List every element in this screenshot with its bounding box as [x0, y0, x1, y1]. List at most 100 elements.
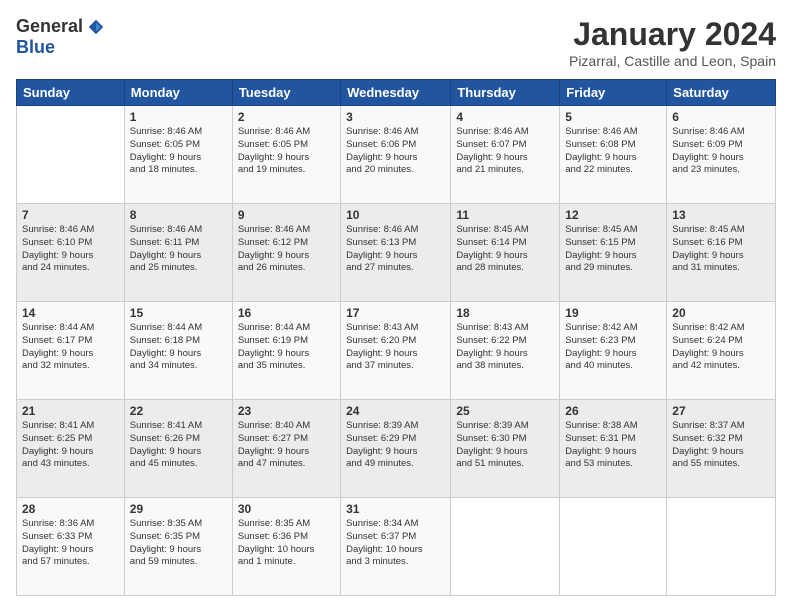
day-info: Sunrise: 8:46 AM Sunset: 6:10 PM Dayligh…	[22, 224, 119, 275]
day-info: Sunrise: 8:44 AM Sunset: 6:19 PM Dayligh…	[238, 322, 335, 373]
day-number: 14	[22, 306, 119, 320]
day-number: 11	[456, 208, 554, 222]
day-number: 24	[346, 404, 445, 418]
table-row: 10 Sunrise: 8:46 AM Sunset: 6:13 PM Dayli…	[341, 204, 451, 302]
table-row: 8 Sunrise: 8:46 AM Sunset: 6:11 PM Daylig…	[124, 204, 232, 302]
table-row: 27Sunrise: 8:37 AM Sunset: 6:32 PM Dayli…	[667, 400, 776, 498]
logo-icon	[87, 18, 105, 36]
day-number: 30	[238, 502, 335, 516]
day-number: 26	[565, 404, 661, 418]
calendar-table: Sunday Monday Tuesday Wednesday Thursday…	[16, 79, 776, 596]
logo-blue: Blue	[16, 37, 55, 58]
logo: General Blue	[16, 16, 105, 58]
table-row: 19 Sunrise: 8:42 AM Sunset: 6:23 PM Dayli…	[560, 302, 667, 400]
table-row: 24Sunrise: 8:39 AM Sunset: 6:29 PM Dayli…	[341, 400, 451, 498]
col-friday: Friday	[560, 80, 667, 106]
logo-general: General	[16, 16, 83, 37]
day-info: Sunrise: 8:42 AM Sunset: 6:24 PM Dayligh…	[672, 322, 770, 373]
title-block: January 2024 Pizarral, Castille and Leon…	[569, 16, 776, 69]
day-number: 21	[22, 404, 119, 418]
location-subtitle: Pizarral, Castille and Leon, Spain	[569, 53, 776, 69]
month-title: January 2024	[569, 16, 776, 53]
day-info: Sunrise: 8:41 AM Sunset: 6:26 PM Dayligh…	[130, 420, 227, 471]
day-number: 13	[672, 208, 770, 222]
table-row	[451, 498, 560, 596]
day-info: Sunrise: 8:46 AM Sunset: 6:05 PM Dayligh…	[130, 126, 227, 177]
table-row: 1 Sunrise: 8:46 AM Sunset: 6:05 PM Daylig…	[124, 106, 232, 204]
table-row: 17 Sunrise: 8:43 AM Sunset: 6:20 PM Dayli…	[341, 302, 451, 400]
day-number: 10	[346, 208, 445, 222]
day-number: 22	[130, 404, 227, 418]
day-info: Sunrise: 8:46 AM Sunset: 6:09 PM Dayligh…	[672, 126, 770, 177]
calendar-week-3: 14 Sunrise: 8:44 AM Sunset: 6:17 PM Dayli…	[17, 302, 776, 400]
day-number: 6	[672, 110, 770, 124]
day-info: Sunrise: 8:46 AM Sunset: 6:11 PM Dayligh…	[130, 224, 227, 275]
day-number: 3	[346, 110, 445, 124]
day-number: 12	[565, 208, 661, 222]
table-row: 25 Sunrise: 8:39 AM Sunset: 6:30 PM Dayli…	[451, 400, 560, 498]
day-info: Sunrise: 8:46 AM Sunset: 6:05 PM Dayligh…	[238, 126, 335, 177]
day-info: Sunrise: 8:45 AM Sunset: 6:16 PM Dayligh…	[672, 224, 770, 275]
table-row: 14 Sunrise: 8:44 AM Sunset: 6:17 PM Dayli…	[17, 302, 125, 400]
day-info: Sunrise: 8:43 AM Sunset: 6:22 PM Dayligh…	[456, 322, 554, 373]
col-thursday: Thursday	[451, 80, 560, 106]
table-row: 9 Sunrise: 8:46 AM Sunset: 6:12 PM Daylig…	[232, 204, 340, 302]
day-info: Sunrise: 8:42 AM Sunset: 6:23 PM Dayligh…	[565, 322, 661, 373]
table-row: 5 Sunrise: 8:46 AM Sunset: 6:08 PM Daylig…	[560, 106, 667, 204]
calendar-week-4: 21Sunrise: 8:41 AM Sunset: 6:25 PM Dayli…	[17, 400, 776, 498]
day-number: 1	[130, 110, 227, 124]
col-monday: Monday	[124, 80, 232, 106]
day-info: Sunrise: 8:46 AM Sunset: 6:06 PM Dayligh…	[346, 126, 445, 177]
day-info: Sunrise: 8:46 AM Sunset: 6:07 PM Dayligh…	[456, 126, 554, 177]
table-row	[560, 498, 667, 596]
day-info: Sunrise: 8:43 AM Sunset: 6:20 PM Dayligh…	[346, 322, 445, 373]
day-info: Sunrise: 8:34 AM Sunset: 6:37 PM Dayligh…	[346, 518, 445, 569]
table-row: 16Sunrise: 8:44 AM Sunset: 6:19 PM Dayli…	[232, 302, 340, 400]
day-info: Sunrise: 8:44 AM Sunset: 6:17 PM Dayligh…	[22, 322, 119, 373]
table-row	[17, 106, 125, 204]
day-number: 9	[238, 208, 335, 222]
day-number: 19	[565, 306, 661, 320]
day-number: 7	[22, 208, 119, 222]
day-info: Sunrise: 8:36 AM Sunset: 6:33 PM Dayligh…	[22, 518, 119, 569]
table-row: 4Sunrise: 8:46 AM Sunset: 6:07 PM Daylig…	[451, 106, 560, 204]
day-number: 25	[456, 404, 554, 418]
day-info: Sunrise: 8:46 AM Sunset: 6:13 PM Dayligh…	[346, 224, 445, 275]
day-number: 2	[238, 110, 335, 124]
table-row	[667, 498, 776, 596]
table-row: 21Sunrise: 8:41 AM Sunset: 6:25 PM Dayli…	[17, 400, 125, 498]
day-info: Sunrise: 8:46 AM Sunset: 6:12 PM Dayligh…	[238, 224, 335, 275]
day-number: 20	[672, 306, 770, 320]
table-row: 2 Sunrise: 8:46 AM Sunset: 6:05 PM Daylig…	[232, 106, 340, 204]
col-tuesday: Tuesday	[232, 80, 340, 106]
day-info: Sunrise: 8:40 AM Sunset: 6:27 PM Dayligh…	[238, 420, 335, 471]
day-info: Sunrise: 8:45 AM Sunset: 6:15 PM Dayligh…	[565, 224, 661, 275]
day-info: Sunrise: 8:46 AM Sunset: 6:08 PM Dayligh…	[565, 126, 661, 177]
col-wednesday: Wednesday	[341, 80, 451, 106]
table-row: 26Sunrise: 8:38 AM Sunset: 6:31 PM Dayli…	[560, 400, 667, 498]
day-number: 8	[130, 208, 227, 222]
table-row: 18 Sunrise: 8:43 AM Sunset: 6:22 PM Dayli…	[451, 302, 560, 400]
table-row: 30 Sunrise: 8:35 AM Sunset: 6:36 PM Dayli…	[232, 498, 340, 596]
day-info: Sunrise: 8:39 AM Sunset: 6:30 PM Dayligh…	[456, 420, 554, 471]
table-row: 6 Sunrise: 8:46 AM Sunset: 6:09 PM Daylig…	[667, 106, 776, 204]
table-row: 22 Sunrise: 8:41 AM Sunset: 6:26 PM Dayli…	[124, 400, 232, 498]
table-row: 15Sunrise: 8:44 AM Sunset: 6:18 PM Dayli…	[124, 302, 232, 400]
day-number: 5	[565, 110, 661, 124]
day-info: Sunrise: 8:35 AM Sunset: 6:35 PM Dayligh…	[130, 518, 227, 569]
table-row: 12 Sunrise: 8:45 AM Sunset: 6:15 PM Dayli…	[560, 204, 667, 302]
day-number: 23	[238, 404, 335, 418]
day-info: Sunrise: 8:35 AM Sunset: 6:36 PM Dayligh…	[238, 518, 335, 569]
day-number: 28	[22, 502, 119, 516]
day-info: Sunrise: 8:45 AM Sunset: 6:14 PM Dayligh…	[456, 224, 554, 275]
day-number: 31	[346, 502, 445, 516]
col-saturday: Saturday	[667, 80, 776, 106]
calendar-week-2: 7 Sunrise: 8:46 AM Sunset: 6:10 PM Daylig…	[17, 204, 776, 302]
day-number: 29	[130, 502, 227, 516]
day-number: 18	[456, 306, 554, 320]
col-sunday: Sunday	[17, 80, 125, 106]
day-number: 17	[346, 306, 445, 320]
calendar-header-row: Sunday Monday Tuesday Wednesday Thursday…	[17, 80, 776, 106]
table-row: 20 Sunrise: 8:42 AM Sunset: 6:24 PM Dayli…	[667, 302, 776, 400]
calendar-week-1: 1 Sunrise: 8:46 AM Sunset: 6:05 PM Daylig…	[17, 106, 776, 204]
